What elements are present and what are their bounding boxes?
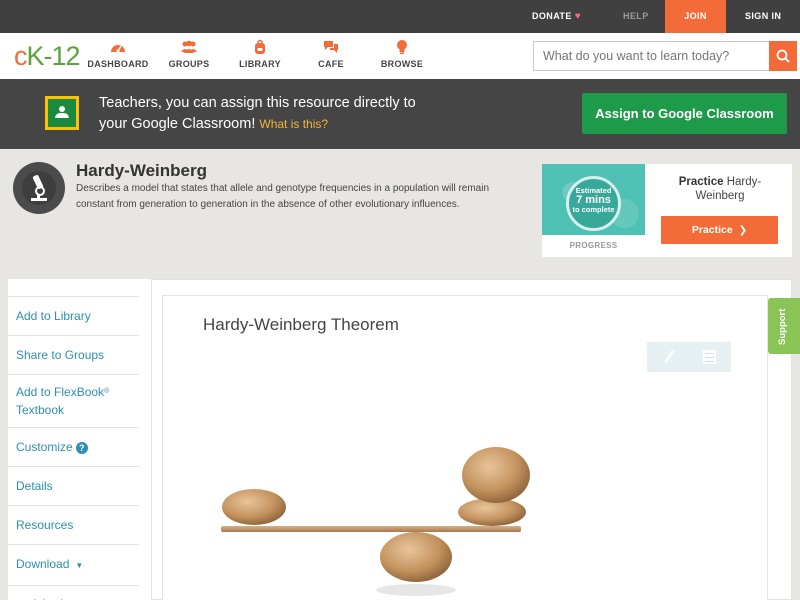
support-tab[interactable]: Support [768, 298, 800, 354]
practice-button-label: Practice [691, 224, 733, 236]
download-dropdown[interactable]: Download ▼ [8, 544, 139, 585]
search-input[interactable] [533, 41, 770, 71]
sidebar-actions: Add to Library Share to Groups Add to Fl… [8, 296, 139, 600]
add-to-library-link[interactable]: Add to Library [8, 296, 139, 335]
nav-cafe[interactable]: CAFE [310, 39, 352, 79]
document-title: Hardy-Weinberg Theorem [203, 315, 399, 334]
concept-title: Hardy-Weinberg [76, 161, 207, 180]
donate-label: DONATE [532, 11, 572, 21]
add-to-flexbook-label: Add to FlexBook [16, 385, 105, 399]
google-classroom-banner: Teachers, you can assign this resource d… [0, 79, 800, 149]
banner-line-1: Teachers, you can assign this resource d… [99, 95, 416, 111]
sidebar-divider [151, 279, 152, 600]
backpack-icon [255, 39, 265, 54]
people-icon [181, 40, 197, 53]
practice-label: Practice Hardy-Weinberg [660, 175, 780, 203]
textbook-label: Textbook [16, 403, 65, 417]
nav-dashboard[interactable]: DASHBOARD [86, 39, 150, 79]
ck12-logo[interactable]: cK-12 [14, 42, 81, 70]
notes-icon[interactable] [703, 350, 716, 364]
details-link[interactable]: Details [8, 466, 139, 505]
nav-browse-label: BROWSE [380, 59, 424, 69]
search-icon [776, 49, 790, 63]
nav-groups-label: GROUPS [168, 59, 210, 69]
estimate-line-2: to complete [572, 205, 615, 214]
join-button[interactable]: JOIN [665, 0, 726, 33]
nav-dashboard-label: DASHBOARD [87, 59, 149, 69]
what-is-this-link[interactable]: What is this? [259, 117, 328, 131]
practice-card: Estimated 7 mins to complete PROGRESS Pr… [542, 164, 792, 257]
chat-bubbles-icon [324, 41, 338, 53]
lightbulb-icon [397, 40, 407, 55]
assign-to-classroom-button[interactable]: Assign to Google Classroom [582, 93, 787, 134]
nav-browse[interactable]: BROWSE [378, 39, 426, 79]
help-question-icon[interactable]: ? [75, 442, 88, 454]
donate-link[interactable]: DONATE ♥ [532, 0, 581, 33]
share-to-groups-link[interactable]: Share to Groups [8, 335, 139, 374]
top-utility-bar: DONATE ♥ HELP JOIN SIGN IN [0, 0, 800, 33]
google-classroom-icon [45, 96, 79, 130]
customize-link[interactable]: Customize? [8, 427, 139, 466]
practice-button[interactable]: Practice ❯ [661, 216, 778, 244]
help-link[interactable]: HELP [623, 0, 649, 33]
nav-library-label: LIBRARY [239, 59, 281, 69]
classroom-banner-text: Teachers, you can assign this resource d… [99, 93, 479, 135]
nav-groups[interactable]: GROUPS [165, 39, 213, 79]
registered-mark: ® [104, 388, 110, 395]
practice-thumbnail[interactable]: Estimated 7 mins to complete [542, 164, 645, 235]
caret-down-icon: ▼ [75, 561, 84, 570]
practice-label-bold: Practice [678, 176, 724, 188]
dashboard-gauge-icon [111, 45, 125, 53]
customize-label: Customize [16, 440, 73, 454]
add-to-flexbook-link[interactable]: Add to FlexBook® Textbook [8, 374, 139, 427]
progress-label: PROGRESS [569, 241, 618, 250]
heart-icon: ♥ [574, 11, 582, 22]
nav-library[interactable]: LIBRARY [236, 39, 284, 79]
sign-in-link[interactable]: SIGN IN [745, 0, 781, 33]
pencil-icon[interactable] [663, 349, 675, 365]
chevron-right-icon: ❯ [738, 225, 748, 236]
quick-tips-heading: Quick Tips [8, 585, 139, 600]
download-label: Download [16, 557, 70, 571]
nav-cafe-label: CAFE [318, 59, 344, 69]
microscope-icon [13, 162, 65, 214]
balancing-stones-image [221, 447, 530, 596]
estimated-time-badge: Estimated 7 mins to complete [566, 176, 621, 231]
support-tab-label: Support [777, 308, 788, 345]
banner-line-2: your Google Classroom! [99, 116, 256, 132]
concept-description: Describes a model that states that allel… [76, 183, 490, 210]
main-navbar: cK-12 DASHBOARD GROUPS LIBRARY CAFE BROW… [0, 33, 800, 79]
resources-link[interactable]: Resources [8, 505, 139, 544]
document-toolbar [647, 342, 731, 372]
search-button[interactable] [769, 41, 797, 71]
